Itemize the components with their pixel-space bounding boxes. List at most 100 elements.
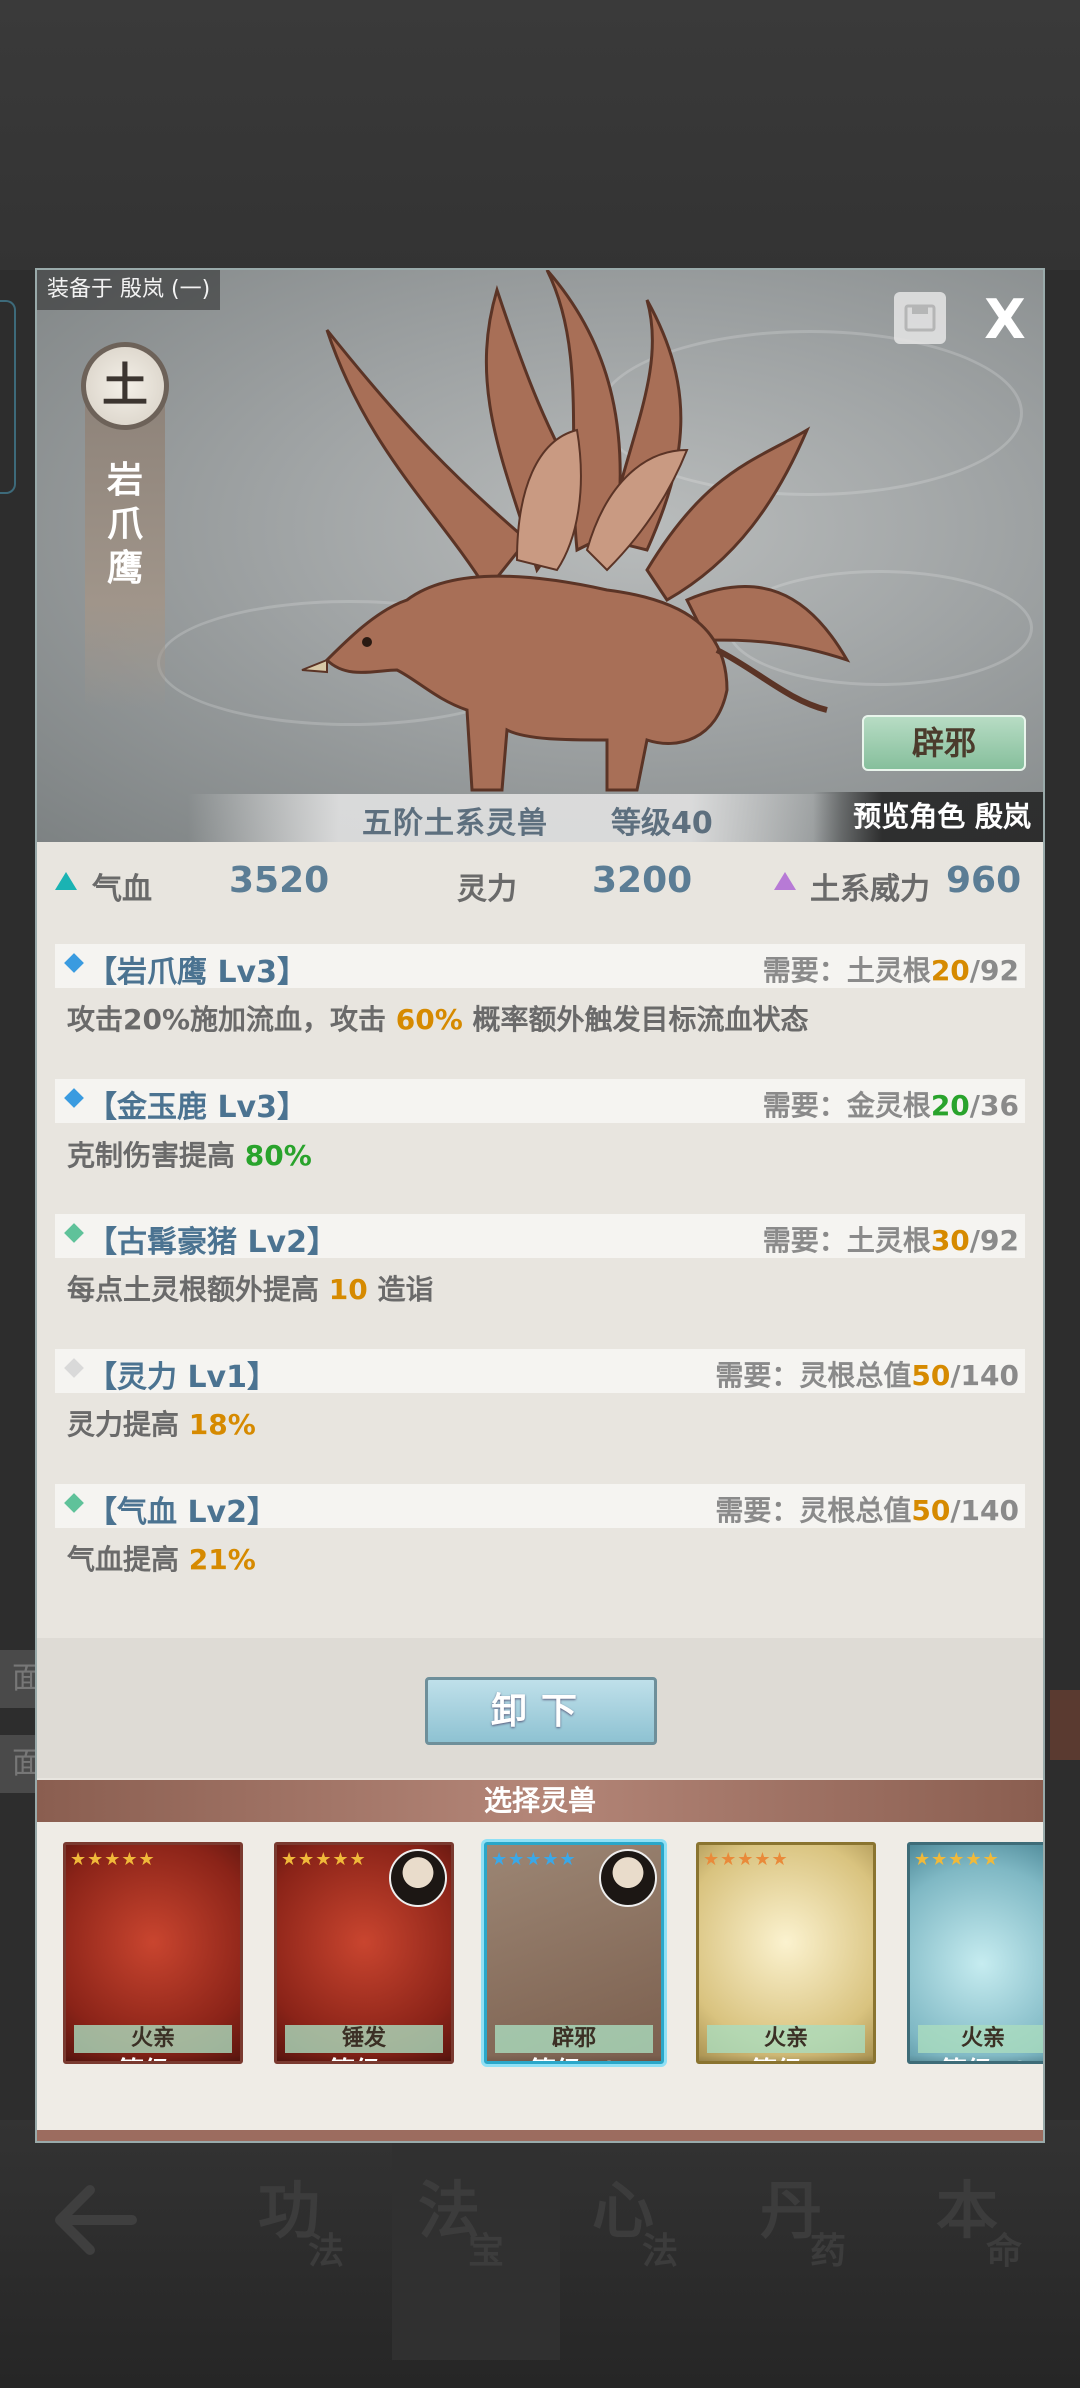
requirement-prefix: 需要： xyxy=(762,1224,847,1257)
power-triangle-icon xyxy=(774,872,796,890)
requirement-current: 50 xyxy=(911,1494,951,1527)
requirement-target: /92 xyxy=(969,954,1019,987)
skill-header: 【金玉鹿 Lv3】 需要：金灵根20/36 xyxy=(55,1079,1025,1125)
skill-description: 气血提高 21% xyxy=(67,1538,256,1578)
card-level: 等级19 xyxy=(910,2055,1043,2061)
beast-detail-dialog: 装备于 殷岚 (一) 土 岩爪鹰 X 辟邪 五阶土系灵兽 等级40 预览角色 殷… xyxy=(35,268,1045,2143)
beast-type-tag: 辟邪 xyxy=(862,715,1026,771)
requirement-current: 30 xyxy=(930,1224,970,1257)
beast-card[interactable]: ★★★★★ 火亲 等级1 xyxy=(696,1842,876,2064)
beast-card-selected[interactable]: ★★★★★ 辟邪 等级40 xyxy=(484,1842,664,2064)
skill-requirement: 需要：灵根总值50/140 xyxy=(715,1489,1019,1529)
beast-card[interactable]: ★★★★★ 火亲 等级7 xyxy=(63,1842,243,2064)
background-row: 面 xyxy=(0,1735,42,1793)
nav-tab-sub-char: 法 xyxy=(308,2230,345,2272)
beast-rank-text: 五阶土系灵兽 xyxy=(362,806,548,841)
card-level: 等级1 xyxy=(277,2055,451,2061)
beast-level-text: 等级40 xyxy=(611,806,713,841)
skill-diamond-icon xyxy=(64,1493,84,1513)
skill-requirement: 需要：灵根总值50/140 xyxy=(715,1354,1019,1394)
skill-header: 【岩爪鹰 Lv3】 需要：土灵根20/92 xyxy=(55,944,1025,990)
requirement-target: /140 xyxy=(950,1494,1019,1527)
desc-text: 每点土灵根额外提高 xyxy=(67,1273,329,1306)
power-label: 土系威力 xyxy=(810,872,930,907)
background-top xyxy=(0,0,1080,270)
desc-text: 概率额外触发目标流血状态 xyxy=(462,1003,809,1036)
card-trait-tag: 锤发 xyxy=(285,2025,443,2053)
background-panel-edge xyxy=(0,300,16,494)
close-button[interactable]: X xyxy=(977,292,1033,348)
card-list-bottom-border xyxy=(37,2130,1043,2141)
skill-description: 克制伤害提高 80% xyxy=(67,1134,312,1174)
owner-avatar xyxy=(599,1849,657,1907)
nav-tab-danyao[interactable]: 丹 药 xyxy=(760,2160,900,2300)
hp-triangle-icon xyxy=(55,872,77,890)
skill-title: 【气血 Lv2】 xyxy=(87,1495,277,1530)
skill-title: 【岩爪鹰 Lv3】 xyxy=(87,955,307,990)
skill-header: 【灵力 Lv1】 需要：灵根总值50/140 xyxy=(55,1349,1025,1395)
preview-character-button[interactable]: 预览角色 殷岚 xyxy=(813,792,1043,842)
beast-portrait-area: 装备于 殷岚 (一) 土 岩爪鹰 X 辟邪 五阶土系灵兽 等级40 预览角色 殷… xyxy=(37,270,1043,842)
griffin-creature-illustration xyxy=(301,270,851,792)
skill-description: 攻击20%施加流血，攻击 60% 概率额外触发目标流血状态 xyxy=(67,998,809,1038)
requirement-current: 20 xyxy=(930,954,970,987)
mp-value: 3200 xyxy=(592,860,693,901)
desc-highlight: 10 xyxy=(328,1273,368,1306)
desc-highlight: 18% xyxy=(188,1408,256,1441)
requirement-prefix: 需要： xyxy=(715,1494,800,1527)
mp-label: 灵力 xyxy=(457,872,517,907)
skill-description: 每点土灵根额外提高 10 造诣 xyxy=(67,1268,433,1308)
skill-requirement: 需要：金灵根20/36 xyxy=(763,1084,1019,1124)
skill-requirement: 需要：土灵根20/92 xyxy=(763,949,1019,989)
requirement-current: 50 xyxy=(911,1359,951,1392)
desc-text: 造诣 xyxy=(367,1273,434,1306)
desc-text: 攻击20%施加流血，攻击 xyxy=(67,1003,396,1036)
hp-label: 气血 xyxy=(92,872,152,907)
beast-stats-row: 气血 3520 灵力 3200 土系威力 960 xyxy=(37,842,1043,924)
skill-diamond-icon xyxy=(64,953,84,973)
hp-value: 3520 xyxy=(229,860,330,901)
requirement-prefix: 需要： xyxy=(762,954,847,987)
select-beast-header: 选择灵兽 xyxy=(37,1780,1043,1822)
card-stars: ★★★★★ xyxy=(914,1849,1000,1870)
beast-card[interactable]: ★★★★★ 火亲 等级19 xyxy=(907,1842,1043,2064)
skill-diamond-icon xyxy=(64,1358,84,1378)
power-value: 960 xyxy=(946,860,1022,901)
requirement-target: /140 xyxy=(950,1359,1019,1392)
earth-element-badge: 土 xyxy=(81,342,169,430)
card-stars: ★★★★★ xyxy=(281,1849,367,1870)
nav-tab-benming[interactable]: 本 命 xyxy=(936,2160,1076,2300)
requirement-prefix: 需要： xyxy=(715,1359,800,1392)
requirement-target: /36 xyxy=(969,1089,1019,1122)
unequip-button[interactable]: 卸下 xyxy=(425,1677,657,1745)
nav-tab-fabao[interactable]: 法 宝 xyxy=(418,2160,558,2300)
card-level: 等级40 xyxy=(487,2055,661,2061)
desc-text: 气血提高 xyxy=(67,1543,189,1576)
card-level: 等级1 xyxy=(699,2055,873,2061)
beast-card[interactable]: ★★★★★ 锤发 等级1 xyxy=(274,1842,454,2064)
card-trait-tag: 火亲 xyxy=(918,2025,1043,2053)
desc-highlight: 21% xyxy=(188,1543,256,1576)
skill-header: 【古髯豪猪 Lv2】 需要：土灵根30/92 xyxy=(55,1214,1025,1260)
desc-text: 灵力提高 xyxy=(67,1408,189,1441)
skill-header: 【气血 Lv2】 需要：灵根总值50/140 xyxy=(55,1484,1025,1530)
skill-title: 【金玉鹿 Lv3】 xyxy=(87,1090,307,1125)
background-row: 面 xyxy=(0,1650,42,1708)
requirement-name: 土灵根 xyxy=(846,1224,931,1257)
skill-diamond-icon xyxy=(64,1088,84,1108)
nav-tab-gongfa[interactable]: 功 法 xyxy=(258,2160,398,2300)
nav-tab-xinfa[interactable]: 心 法 xyxy=(592,2160,732,2300)
card-level: 等级7 xyxy=(66,2055,240,2061)
nav-tab-sub-char: 宝 xyxy=(468,2230,505,2272)
back-arrow-icon[interactable] xyxy=(50,2180,140,2260)
skill-title: 【古髯豪猪 Lv2】 xyxy=(87,1225,337,1260)
requirement-name: 灵根总值 xyxy=(799,1359,912,1392)
nav-tab-sub-char: 法 xyxy=(642,2230,679,2272)
requirement-current: 20 xyxy=(930,1089,970,1122)
beast-name-vertical: 岩爪鹰 xyxy=(106,459,143,589)
card-stars: ★★★★★ xyxy=(491,1849,577,1870)
requirement-name: 土灵根 xyxy=(846,954,931,987)
owner-avatar xyxy=(389,1849,447,1907)
requirement-name: 灵根总值 xyxy=(799,1494,912,1527)
save-icon[interactable] xyxy=(894,292,946,344)
